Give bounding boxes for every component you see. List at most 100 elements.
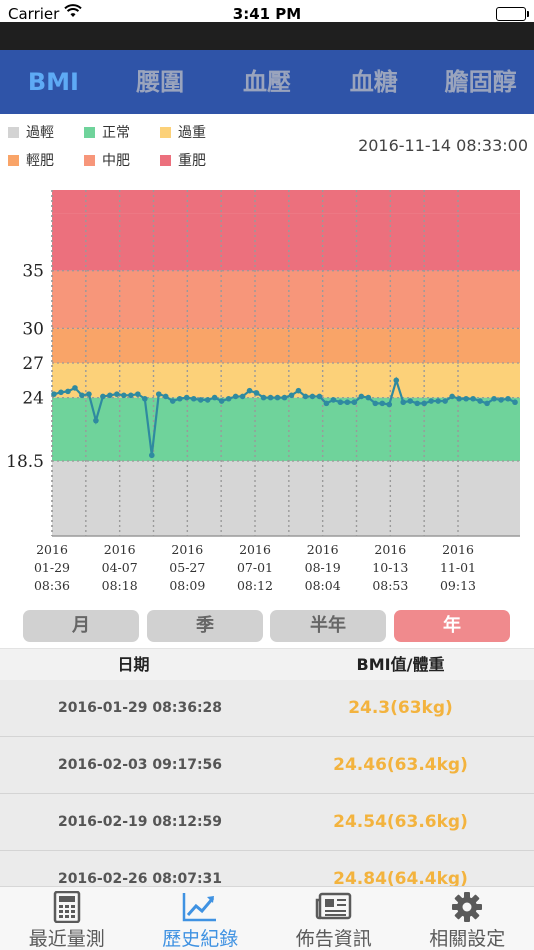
row-date: 2016-02-19 08:12:59 bbox=[57, 814, 223, 830]
bmi-data-point bbox=[232, 393, 239, 400]
bmi-data-point bbox=[281, 394, 288, 401]
bottom-tab-label: 歷史紀錄 bbox=[162, 928, 239, 950]
bottom-tab-settings[interactable]: 相關設定 bbox=[401, 887, 534, 950]
table-row[interactable]: 2016-02-03 09:17:56 24.46(63.4kg) bbox=[0, 737, 534, 794]
x-tick-label: 2016 bbox=[374, 542, 406, 557]
legend-item-severe-obese: 重肥 bbox=[160, 150, 206, 170]
period-half-year-button[interactable]: 半年 bbox=[270, 610, 386, 642]
y-tick-label: 18.5 bbox=[6, 452, 44, 472]
bmi-data-point bbox=[107, 392, 113, 399]
y-tick-label: 30 bbox=[22, 319, 44, 339]
bmi-data-point bbox=[176, 395, 183, 402]
row-date: 2016-02-03 09:17:56 bbox=[57, 757, 223, 773]
bottom-tab-history[interactable]: 歷史紀錄 bbox=[134, 887, 268, 950]
period-year-button[interactable]: 年 bbox=[394, 610, 510, 642]
bmi-data-point bbox=[498, 397, 504, 403]
bmi-band bbox=[52, 397, 520, 462]
bmi-data-point bbox=[79, 392, 85, 399]
legend-swatch bbox=[160, 126, 171, 138]
bmi-data-point bbox=[442, 398, 448, 404]
tab-blood-pressure[interactable]: 血壓 bbox=[214, 50, 321, 114]
calculator-icon bbox=[53, 891, 80, 923]
bmi-band bbox=[52, 270, 520, 329]
bmi-data-point bbox=[114, 391, 120, 397]
table-row[interactable]: 2016-02-26 08:07:31 24.84(64.4kg) bbox=[0, 851, 534, 886]
bmi-data-point bbox=[414, 400, 421, 407]
bottom-tab-recent[interactable]: 最近量測 bbox=[0, 887, 134, 950]
x-tick-label: 11-01 bbox=[440, 560, 476, 575]
bmi-data-point bbox=[330, 397, 337, 403]
bmi-history-chart[interactable]: 35 30 27 24 18.5 2016 01-29 08:36 2016 04-07 08:18… bbox=[0, 176, 534, 606]
bmi-data-point bbox=[253, 390, 260, 396]
row-value: 24.84(64.4kg) bbox=[333, 869, 468, 886]
bmi-data-point bbox=[260, 394, 267, 401]
bmi-data-point bbox=[204, 397, 211, 403]
tab-blood-sugar[interactable]: 血糖 bbox=[320, 50, 427, 114]
legend-swatch bbox=[84, 126, 95, 138]
bmi-data-point bbox=[135, 391, 141, 397]
bmi-data-point bbox=[477, 398, 483, 404]
legend-item-underweight: 過輕 bbox=[8, 122, 54, 142]
bmi-band bbox=[52, 190, 520, 214]
x-tick-label: 04-07 bbox=[102, 560, 138, 575]
bmi-data-point bbox=[211, 394, 218, 401]
tab-cholesterol[interactable]: 膽固醇 bbox=[427, 50, 534, 114]
bmi-data-point bbox=[190, 395, 197, 402]
bmi-data-point bbox=[358, 393, 365, 400]
bottom-tab-label: 佈告資訊 bbox=[295, 928, 372, 950]
bmi-data-point bbox=[456, 395, 462, 402]
row-value: 24.46(63.4kg) bbox=[333, 755, 468, 775]
period-month-button[interactable]: 月 bbox=[23, 610, 139, 642]
x-tick-label: 2016 bbox=[307, 542, 339, 557]
history-table[interactable]: 2016-01-29 08:36:28 24.3(63kg) 2016-02-0… bbox=[0, 680, 534, 886]
bottom-tab-bulletin[interactable]: 佈告資訊 bbox=[267, 887, 401, 950]
x-tick-label: 09:13 bbox=[440, 578, 476, 593]
x-tick-label: 08:53 bbox=[372, 578, 408, 593]
bmi-data-point bbox=[484, 400, 490, 407]
bmi-data-point bbox=[505, 395, 511, 402]
x-tick-label: 2016 bbox=[171, 542, 203, 557]
x-tick-label: 08:04 bbox=[305, 578, 341, 593]
row-date: 2016-02-26 08:07:31 bbox=[57, 871, 223, 886]
tab-waist[interactable]: 腰圍 bbox=[107, 50, 214, 114]
header-date: 日期 bbox=[117, 655, 150, 674]
x-tick-label: 01-29 bbox=[34, 560, 70, 575]
x-tick-label: 2016 bbox=[442, 542, 474, 557]
legend-item-moderate-obese: 中肥 bbox=[84, 150, 130, 170]
bmi-data-point bbox=[323, 400, 330, 407]
bmi-data-point bbox=[86, 391, 92, 397]
bmi-data-point bbox=[183, 394, 190, 401]
table-row[interactable]: 2016-02-19 08:12:59 24.54(63.6kg) bbox=[0, 794, 534, 851]
bmi-data-point bbox=[379, 400, 386, 407]
legend-swatch bbox=[8, 154, 19, 166]
period-quarter-button[interactable]: 季 bbox=[147, 610, 263, 642]
bmi-data-point bbox=[470, 395, 476, 402]
y-tick-label: 35 bbox=[22, 262, 44, 282]
row-value: 24.3(63kg) bbox=[348, 698, 453, 718]
bmi-data-point bbox=[309, 393, 316, 400]
legend-item-overweight: 過重 bbox=[160, 122, 206, 142]
bmi-data-point bbox=[65, 388, 71, 395]
bmi-legend: 過輕 正常 過重 輕肥 中肥 重肥 2016-11-14 08:33:00 bbox=[0, 118, 534, 174]
x-tick-label: 10-13 bbox=[372, 560, 408, 575]
x-tick-label: 08:18 bbox=[102, 578, 138, 593]
y-tick-label: 27 bbox=[22, 354, 44, 374]
header-bmi-weight: BMI值/體重 bbox=[356, 655, 445, 674]
bmi-data-point bbox=[72, 385, 78, 391]
x-tick-label: 08-19 bbox=[305, 560, 341, 575]
table-row[interactable]: 2016-01-29 08:36:28 24.3(63kg) bbox=[0, 680, 534, 737]
bmi-data-point bbox=[435, 398, 441, 404]
chart-svg: 35 30 27 24 18.5 2016 01-29 08:36 2016 04-07 08:18… bbox=[6, 190, 520, 593]
tab-bmi[interactable]: BMI bbox=[0, 50, 107, 114]
bmi-data-point bbox=[295, 387, 302, 394]
x-tick-label: 2016 bbox=[36, 542, 68, 557]
bmi-data-point bbox=[491, 395, 497, 402]
bmi-data-point bbox=[239, 393, 246, 400]
bmi-data-point bbox=[428, 398, 434, 404]
x-tick-label: 08:09 bbox=[169, 578, 205, 593]
bmi-data-point bbox=[512, 399, 518, 406]
bmi-data-point bbox=[365, 394, 372, 401]
trend-chart-icon bbox=[183, 893, 217, 922]
bmi-band bbox=[52, 363, 520, 398]
bmi-data-point bbox=[58, 389, 64, 396]
